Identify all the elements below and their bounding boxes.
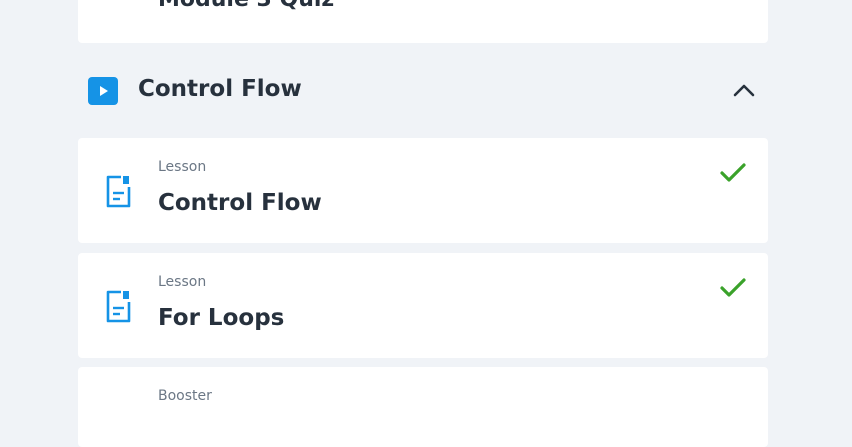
play-icon [88,77,118,105]
quiz-item-card[interactable]: Module 3 Quiz [78,0,768,43]
lesson-item-card[interactable]: Lesson Control Flow [78,138,768,243]
item-type-label: Lesson [158,274,207,290]
check-icon [720,163,746,182]
section-title: Control Flow [138,76,302,102]
check-icon [720,278,746,297]
item-title: Control Flow [158,190,322,216]
document-icon [106,175,131,208]
item-title: For Loops [158,305,285,331]
chevron-up-icon[interactable] [730,78,758,102]
booster-item-card[interactable]: Booster [78,367,768,447]
quiz-item-title: Module 3 Quiz [158,0,334,14]
item-type-label: Lesson [158,159,207,175]
quiz-icon [102,0,128,6]
lesson-item-card[interactable]: Lesson For Loops [78,253,768,358]
item-type-label: Booster [158,388,212,404]
document-icon [106,290,131,323]
section-header[interactable]: Control Flow [78,66,768,114]
